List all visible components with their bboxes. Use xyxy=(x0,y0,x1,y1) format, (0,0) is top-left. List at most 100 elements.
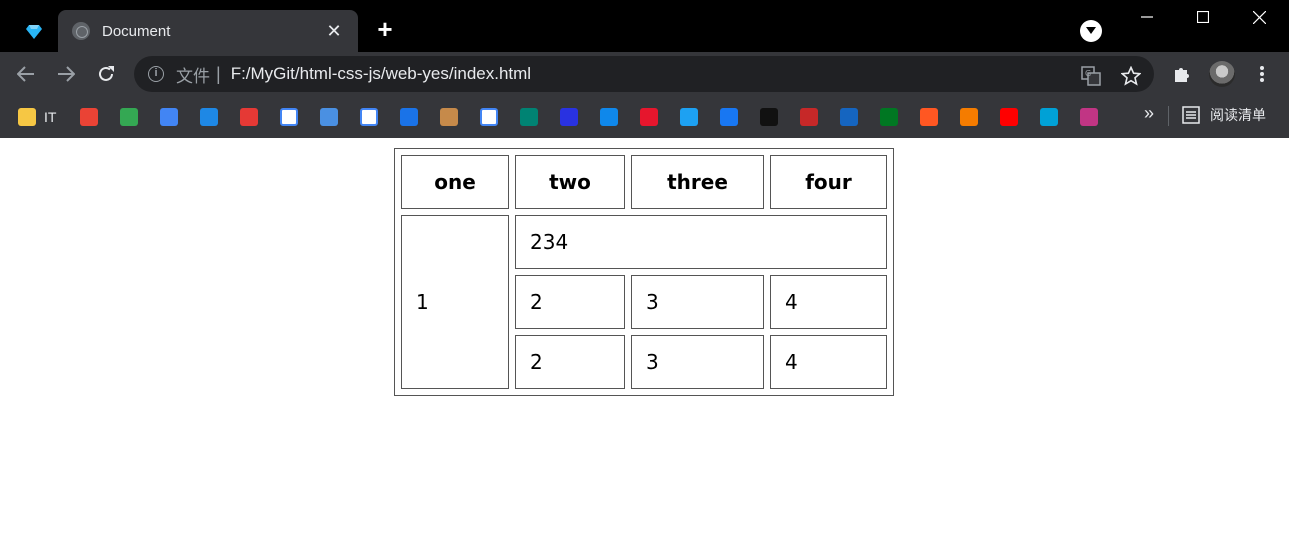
bookmark-star-button[interactable] xyxy=(1120,65,1142,87)
reading-list-label: 阅读清单 xyxy=(1210,107,1266,123)
twitter-icon xyxy=(680,108,698,126)
minimize-icon xyxy=(1141,16,1153,18)
reload-icon xyxy=(99,66,114,81)
maximize-button[interactable] xyxy=(1175,0,1231,34)
zhihu-icon xyxy=(600,108,618,126)
bookmark-instagram[interactable] xyxy=(1080,107,1098,127)
bookmark-baidu[interactable] xyxy=(560,107,578,127)
youdao-icon xyxy=(240,108,258,126)
table-cell: 3 xyxy=(631,275,764,329)
info-icon[interactable]: i xyxy=(148,66,164,82)
bookmark-zhihu[interactable] xyxy=(600,107,618,127)
close-tab-button[interactable]: ✕ xyxy=(324,21,344,42)
gmail-icon xyxy=(80,108,98,126)
bookmark-bookmark-ting[interactable] xyxy=(920,107,938,127)
avatar xyxy=(1209,61,1235,87)
arrow-right-icon xyxy=(58,66,75,82)
bookmarks-divider xyxy=(1168,106,1169,126)
douban-icon xyxy=(880,108,898,126)
forward-button[interactable] xyxy=(52,60,80,88)
bookmark-folder-it[interactable]: IT xyxy=(18,107,56,127)
bookmark-red-map-icon xyxy=(280,108,298,126)
profile-button[interactable] xyxy=(1208,60,1236,88)
acorn-icon xyxy=(440,108,458,126)
bookmarks-bar: IT xyxy=(0,96,1289,138)
bookmark-gmail[interactable] xyxy=(80,107,98,127)
diamond-icon xyxy=(26,25,42,39)
bookmark-google[interactable] xyxy=(480,107,498,127)
close-icon xyxy=(1252,10,1266,24)
bookmark-cloud[interactable] xyxy=(400,107,418,127)
translate-icon: G xyxy=(1081,66,1101,86)
tab-search-button[interactable] xyxy=(1080,20,1102,42)
active-tab[interactable]: Document ✕ xyxy=(58,10,358,52)
header-cell-three: three xyxy=(631,155,764,209)
reading-list-button[interactable]: 阅读清单 xyxy=(1182,105,1266,125)
google-earth-icon xyxy=(320,108,338,126)
cloud-icon xyxy=(400,108,418,126)
youtube-icon xyxy=(1000,108,1018,126)
bookmark-c-icon xyxy=(760,108,778,126)
menu-button[interactable] xyxy=(1248,60,1276,88)
tab-title: Document xyxy=(102,22,171,40)
new-tab-button[interactable]: + xyxy=(370,14,400,44)
extensions-button[interactable] xyxy=(1168,60,1196,88)
chrome-icon xyxy=(120,108,138,126)
more-bookmarks-button[interactable]: » xyxy=(1144,103,1154,124)
table-row: 1 234 xyxy=(401,215,887,389)
bookmark-bookmark-jia[interactable] xyxy=(840,107,858,127)
tab-strip: Document ✕ + xyxy=(0,0,1289,52)
bing-icon xyxy=(520,108,538,126)
minimize-button[interactable] xyxy=(1119,0,1175,34)
bookmark-facebook[interactable] xyxy=(720,107,738,127)
google-icon xyxy=(480,108,498,126)
bookmark-google-earth[interactable] xyxy=(320,107,338,127)
globe-icon xyxy=(72,22,90,40)
bookmark-bookmark-red-map[interactable] xyxy=(280,107,298,127)
bookmark-bing[interactable] xyxy=(520,107,538,127)
window-close-button[interactable] xyxy=(1231,0,1287,34)
table-cell: 4 xyxy=(770,275,887,329)
header-cell-four: four xyxy=(770,155,887,209)
instagram-icon xyxy=(1080,108,1098,126)
svg-text:G: G xyxy=(1085,69,1091,78)
bookmark-bookmark-orange[interactable] xyxy=(960,107,978,127)
bookmark-jia-icon xyxy=(840,108,858,126)
more-vertical-icon xyxy=(1260,66,1264,82)
bookmark-acorn[interactable] xyxy=(440,107,458,127)
folder-it-icon xyxy=(18,108,36,126)
bookmark-weibo[interactable] xyxy=(640,107,658,127)
bookmark-twitter[interactable] xyxy=(680,107,698,127)
bookmark-bookmark-red-globe[interactable] xyxy=(800,107,818,127)
bookmark-bookmark-fluid[interactable] xyxy=(360,107,378,127)
merged-cell: 234 xyxy=(515,215,887,269)
maximize-icon xyxy=(1197,11,1209,23)
url-text[interactable]: F:/MyGit/html-css-js/web-yes/index.html xyxy=(231,64,531,84)
bookmark-douban[interactable] xyxy=(880,107,898,127)
table-header-row: one two three four xyxy=(401,155,887,209)
pinned-tab[interactable] xyxy=(10,12,58,52)
address-bar[interactable]: i 文件 | F:/MyGit/html-css-js/web-yes/inde… xyxy=(134,56,1154,92)
scheme-label: 文件 xyxy=(176,66,210,86)
bookmark-chrome[interactable] xyxy=(120,107,138,127)
table-cell: 3 xyxy=(631,335,764,389)
bookmark-youtube[interactable] xyxy=(1000,107,1018,127)
weibo-icon xyxy=(640,108,658,126)
facebook-icon xyxy=(720,108,738,126)
arrow-left-icon xyxy=(17,66,34,82)
browser-toolbar: i 文件 | F:/MyGit/html-css-js/web-yes/inde… xyxy=(0,52,1289,96)
reload-button[interactable] xyxy=(92,60,120,88)
row-span-cell: 1 xyxy=(401,215,509,389)
google-translate-icon xyxy=(160,108,178,126)
translate-yi-icon xyxy=(200,108,218,126)
bookmark-google-translate[interactable] xyxy=(160,107,178,127)
table-cell: 2 xyxy=(515,275,625,329)
bookmark-ting-icon xyxy=(920,108,938,126)
bookmark-fluid-icon xyxy=(360,108,378,126)
back-button[interactable] xyxy=(12,60,40,88)
bookmark-bookmark-c[interactable] xyxy=(760,107,778,127)
bookmark-translate-yi[interactable] xyxy=(200,107,218,127)
translate-page-button[interactable]: G xyxy=(1080,65,1102,87)
bookmark-bilibili[interactable] xyxy=(1040,107,1058,127)
bookmark-youdao[interactable] xyxy=(240,107,258,127)
